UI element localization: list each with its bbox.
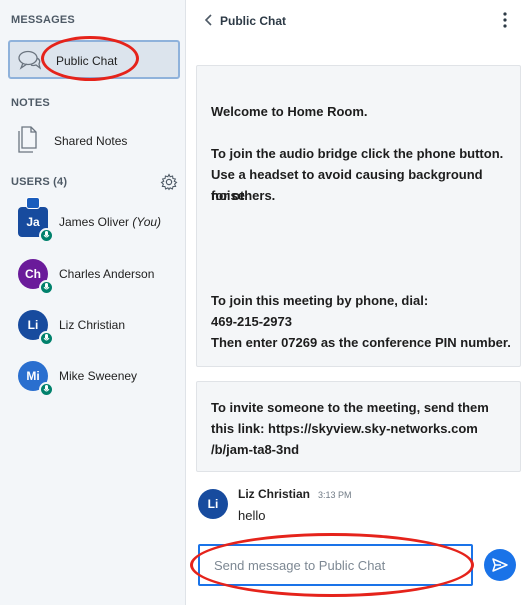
user-row-mike-sweeney[interactable]: Mi Mike Sweeney <box>8 361 180 407</box>
phone-line-1: To join this meeting by phone, dial: <box>211 293 429 308</box>
message-author: Liz Christian <box>238 487 311 501</box>
invite-message: To invite someone to the meeting, send t… <box>196 381 521 472</box>
invite-line-3: /b/jam-ta8-3nd <box>211 442 300 457</box>
shared-notes-item[interactable]: Shared Notes <box>8 124 180 160</box>
user-name: James Oliver (You) <box>59 215 162 229</box>
audio-line-3: for others. <box>211 188 276 203</box>
audio-line-1: To join the audio bridge click the phone… <box>211 146 504 161</box>
send-icon <box>492 558 508 572</box>
microphone-icon <box>39 228 54 243</box>
sidebar: MESSAGES Public Chat NOTES Shared Notes … <box>0 0 186 605</box>
avatar: Mi <box>18 361 54 397</box>
user-row-charles-anderson[interactable]: Ch Charles Anderson <box>8 259 180 305</box>
public-chat-item[interactable]: Public Chat <box>8 40 180 79</box>
gear-icon[interactable] <box>160 173 178 191</box>
message-input[interactable] <box>198 544 473 586</box>
welcome-line: Welcome to Home Room. <box>211 104 368 119</box>
messages-section-title: MESSAGES <box>11 14 75 26</box>
send-button[interactable] <box>484 549 516 581</box>
chat-title[interactable]: Public Chat <box>220 14 286 28</box>
avatar: Li <box>18 310 54 346</box>
user-row-james-oliver[interactable]: Ja James Oliver (You) <box>8 197 180 253</box>
welcome-message: Welcome to Home Room. To join the audio … <box>196 65 521 367</box>
user-name: Charles Anderson <box>59 267 155 281</box>
more-options-icon[interactable] <box>502 12 508 28</box>
document-icon <box>18 126 37 153</box>
chevron-left-icon[interactable] <box>204 14 214 26</box>
user-name: Mike Sweeney <box>59 369 138 383</box>
chat-bubbles-icon <box>18 50 42 70</box>
avatar: Ja <box>18 197 54 243</box>
public-chat-label: Public Chat <box>56 54 118 68</box>
user-row-liz-christian[interactable]: Li Liz Christian <box>8 310 180 356</box>
presenter-icon <box>26 197 40 209</box>
phone-pin-line: Then enter 07269 as the conference PIN n… <box>211 335 511 350</box>
message-time: 3:13 PM <box>318 490 352 500</box>
invite-line-2: this link: https://skyview.sky-networks.… <box>211 421 478 436</box>
avatar: Ch <box>18 259 54 295</box>
avatar: Li <box>198 489 228 519</box>
users-section-title: USERS (4) <box>11 176 68 188</box>
phone-number: 469-215-2973 <box>211 314 292 329</box>
chat-message: Li Liz Christian 3:13 PM hello <box>198 484 518 534</box>
chat-header: Public Chat <box>186 0 524 40</box>
microphone-icon <box>39 280 54 295</box>
user-name: Liz Christian <box>59 318 126 332</box>
microphone-icon <box>39 382 54 397</box>
shared-notes-label: Shared Notes <box>54 134 128 148</box>
microphone-icon <box>39 331 54 346</box>
message-text: hello <box>238 508 266 523</box>
notes-section-title: NOTES <box>11 97 50 109</box>
invite-line-1: To invite someone to the meeting, send t… <box>211 400 489 415</box>
